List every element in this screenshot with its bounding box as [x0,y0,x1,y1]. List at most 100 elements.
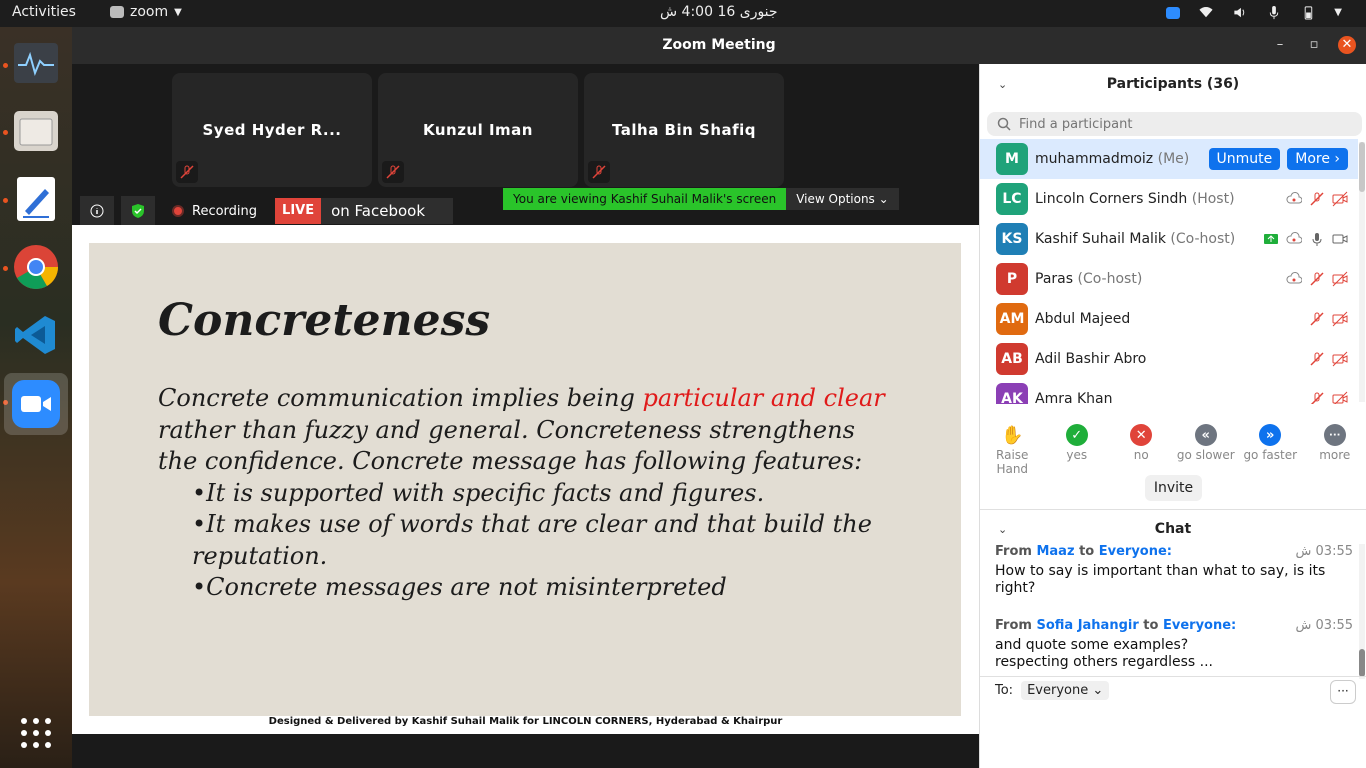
unmute-button[interactable]: Unmute [1208,148,1281,170]
security-shield-icon[interactable] [121,196,155,226]
name-text: Abdul Majeed [1035,311,1131,327]
text-editor-icon[interactable] [10,173,62,225]
chat-more-options-button[interactable]: ··· [1330,680,1356,704]
more-reactions-button[interactable]: ··· more [1303,424,1366,476]
running-indicator [3,130,8,135]
files-icon[interactable] [10,105,62,157]
name-text: muhammadmoiz [1035,151,1154,167]
recording-dot-icon [172,205,184,217]
zoom-tray-icon[interactable] [1166,6,1181,19]
muted-mic-icon [1310,392,1324,404]
info-icon[interactable] [80,196,114,226]
recording-cloud-icon [1286,232,1302,244]
reaction-label: Raise Hand [996,448,1029,476]
sender-name[interactable]: Maaz [1036,544,1074,559]
recording-indicator[interactable]: Recording [172,204,257,219]
activities-button[interactable]: Activities [12,4,76,20]
go-faster-button[interactable]: » go faster [1238,424,1303,476]
clock[interactable]: جنوری 16 4:00 ش [660,4,778,20]
yes-button[interactable]: ✓ yes [1045,424,1110,476]
video-off-icon [1332,271,1348,287]
participant-search[interactable] [987,112,1362,136]
live-destination: on Facebook [321,198,454,224]
slide-bullet: •It is supported with specific facts and… [192,478,765,507]
microphone-icon [1312,233,1322,246]
chrome-icon[interactable] [10,241,62,293]
chevron-down-icon: ▼ [174,6,182,18]
shared-screen: Concreteness Concrete communication impl… [72,225,979,734]
chat-header: Chat [1154,521,1192,537]
participant-row[interactable]: KS Kashif Suhail Malik (Co-host) [980,219,1358,259]
participant-name: Kashif Suhail Malik (Co-host) [1035,231,1235,247]
reaction-label: go slower [1176,448,1235,462]
participants-header: Participants (36) [1106,76,1240,92]
app-menu[interactable]: zoom ▼ [110,4,182,20]
recipient-name: Everyone: [1162,618,1237,633]
participant-video-tile[interactable]: Syed Hyder R... [172,73,372,187]
slide-bullet: •Concrete messages are not misinterprete… [192,573,727,601]
tile-name: Kunzul Iman [422,121,533,139]
role-text: (Me) [1157,151,1190,167]
presentation-slide: Concreteness Concrete communication impl… [89,243,961,716]
show-applications-icon[interactable] [10,707,62,759]
avatar: P [996,263,1028,295]
participant-status-icons [1286,191,1348,207]
view-options-button[interactable]: View Options ⌄ [786,188,899,210]
live-stream-indicator[interactable]: LIVE on Facebook [275,198,454,224]
sender-name[interactable]: Sofia Jahangir [1036,618,1138,633]
scrollbar-thumb[interactable] [1359,649,1365,677]
minimize-button[interactable]: – [1271,36,1289,54]
video-off-icon [1332,391,1348,404]
participant-row[interactable]: AK Amra Khan [980,379,1358,404]
participant-list-scrollbar[interactable] [1359,142,1365,402]
volume-icon[interactable] [1232,5,1248,20]
maximize-button[interactable]: ▫ [1305,36,1323,54]
muted-mic-icon [176,161,198,183]
participant-video-tile[interactable]: Kunzul Iman [378,73,578,187]
raise-hand-button[interactable]: ✋ Raise Hand [980,424,1045,477]
recipient-dropdown[interactable]: Everyone ⌄ [1021,681,1110,700]
zoom-icon[interactable] [4,373,68,435]
avatar: LC [996,183,1028,215]
role-text: (Co-host) [1077,271,1143,287]
chat-scrollbar[interactable] [1359,544,1365,679]
participant-row[interactable]: AM Abdul Majeed [980,299,1358,339]
participant-video-tile[interactable]: Talha Bin Shafiq [584,73,784,187]
close-button[interactable]: ✕ [1338,36,1356,54]
chat-message[interactable]: From Maaz to Everyone: 03:55 ش How to sa… [995,544,1353,597]
no-button[interactable]: ✕ no [1109,424,1174,476]
system-monitor-icon[interactable] [10,37,62,89]
search-input[interactable] [1019,116,1339,132]
vscode-icon[interactable] [10,309,62,361]
system-tray[interactable]: ▼ [1166,5,1342,20]
video-icon [1332,234,1348,244]
video-off-icon [1332,191,1348,207]
message-text: How to say is important than what to say… [995,563,1326,596]
go-slower-button[interactable]: « go slower [1174,424,1239,476]
participant-status-icons [1263,231,1348,247]
viewing-banner-text: You are viewing Kashif Suhail Malik's sc… [503,188,787,210]
muted-mic-icon [1310,312,1324,326]
participant-name: muhammadmoiz (Me) [1035,151,1189,167]
muted-mic-icon [1310,352,1324,366]
chat-message[interactable]: From Sofia Jahangir to Everyone: 03:55 ش… [995,618,1353,671]
participant-status-icons [1286,271,1348,287]
participant-row[interactable]: P Paras (Co-host) [980,259,1358,299]
more-button[interactable]: More › [1287,148,1348,170]
participant-row[interactable]: M muhammadmoiz (Me) Unmute More › [980,139,1358,179]
sharing-screen-icon [1264,234,1278,244]
recording-cloud-icon [1286,192,1302,204]
window-titlebar[interactable]: Zoom Meeting – ▫ ✕ [72,27,1366,64]
screen-share-banner: You are viewing Kashif Suhail Malik's sc… [503,188,899,210]
muted-mic-icon [382,161,404,183]
invite-button[interactable]: Invite [1145,475,1202,501]
participant-row[interactable]: AB Adil Bashir Abro [980,339,1358,379]
microphone-icon[interactable] [1266,5,1282,20]
wifi-icon[interactable] [1198,5,1214,20]
more-dots-icon: ··· [1323,424,1346,446]
nonverbal-reactions: ✋ Raise Hand ✓ yes ✕ no « go slower » go… [980,424,1366,476]
battery-icon[interactable] [1300,5,1316,20]
participant-row[interactable]: LC Lincoln Corners Sindh (Host) [980,179,1358,219]
scrollbar-thumb[interactable] [1359,142,1365,192]
chevron-down-icon[interactable]: ▼ [1334,7,1342,18]
